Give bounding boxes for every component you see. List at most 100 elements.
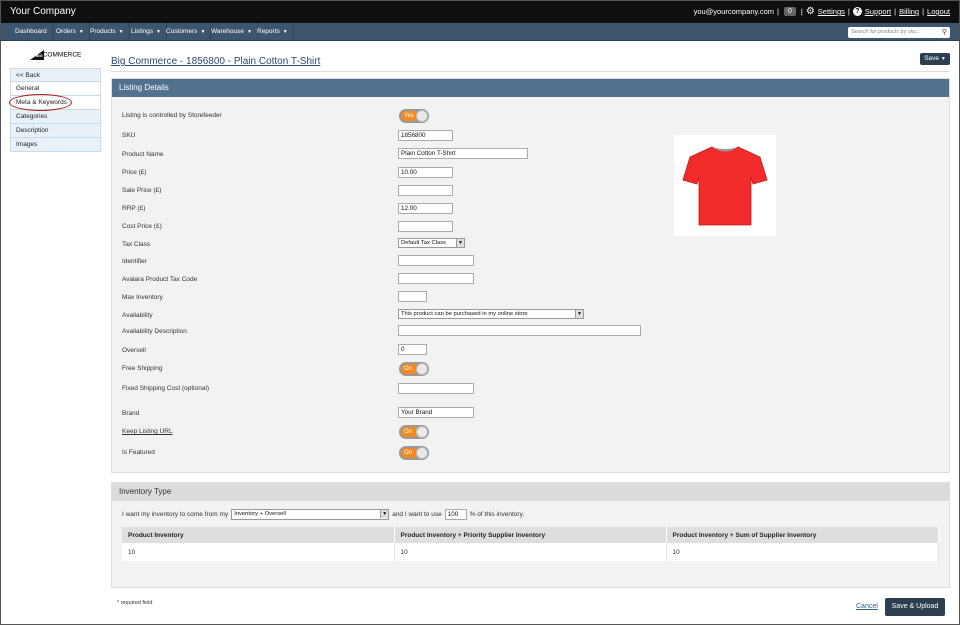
nav-label: Dashboard bbox=[15, 28, 47, 35]
caret-down-icon: ▼ bbox=[78, 29, 84, 35]
brand-input[interactable]: Your Brand bbox=[398, 407, 474, 418]
field-label: Fixed Shipping Cost (optional) bbox=[122, 385, 210, 392]
sale-price-input[interactable] bbox=[398, 185, 453, 196]
nav-warehouse[interactable]: Warehouse ▼ bbox=[206, 23, 258, 41]
inventory-source-select[interactable]: Inventory + Oversell ▼ bbox=[231, 509, 390, 520]
inventory-text: % of this inventory. bbox=[469, 511, 525, 518]
title-divider bbox=[111, 71, 950, 72]
field-label: Oversell bbox=[122, 347, 146, 354]
gear-icon[interactable]: ⚙ bbox=[806, 7, 815, 17]
keep-listing-url-toggle[interactable]: On bbox=[399, 425, 429, 439]
select-value: Default Tax Class bbox=[401, 240, 446, 246]
column-header: Product Inventory + Priority Supplier In… bbox=[394, 527, 667, 543]
save-upload-button[interactable]: Save & Upload bbox=[885, 598, 945, 616]
availability-select[interactable]: This product can be purchased in my onli… bbox=[398, 309, 584, 319]
controlled-toggle[interactable]: Yes bbox=[399, 109, 429, 123]
nav-customers[interactable]: Customers ▼ bbox=[161, 23, 212, 41]
fixed-shipping-input[interactable] bbox=[398, 383, 474, 394]
rrp-input[interactable]: 12.00 bbox=[398, 203, 453, 214]
table-header-row: Product Inventory Product Inventory + Pr… bbox=[122, 527, 939, 543]
help-icon[interactable]: ? bbox=[852, 7, 862, 16]
sidebar-item-description[interactable]: Description bbox=[10, 124, 101, 138]
product-name-input[interactable]: Plain Cotton T-Shirt bbox=[398, 148, 528, 159]
is-featured-toggle[interactable]: On bbox=[399, 446, 429, 460]
sidebar-item-categories[interactable]: Categories bbox=[10, 110, 101, 124]
nav-dashboard[interactable]: Dashboard bbox=[10, 23, 53, 41]
identifier-input[interactable] bbox=[398, 255, 474, 266]
bigcommerce-logo: BIGCOMMERCE bbox=[10, 50, 101, 68]
table-cell: 10 bbox=[666, 543, 939, 561]
field-label: Identifier bbox=[122, 258, 147, 265]
panel-heading: Inventory Type bbox=[112, 483, 949, 501]
tshirt-drawing bbox=[682, 146, 768, 226]
inventory-text: and I want to use bbox=[392, 511, 442, 518]
search-placeholder: Search for products by sku... bbox=[851, 29, 922, 35]
listing-details-panel: Listing Details Listing is controlled by… bbox=[111, 78, 950, 473]
nav-label: Orders bbox=[56, 28, 76, 35]
logo-small: BIG bbox=[35, 52, 43, 58]
field-label: Price (£) bbox=[122, 169, 147, 176]
field-label: Max Inventory bbox=[122, 294, 163, 301]
field-label: SKU bbox=[122, 132, 136, 139]
oversell-input[interactable]: 0 bbox=[398, 344, 427, 355]
user-email: you@yourcompany.com bbox=[693, 7, 774, 16]
nav-orders[interactable]: Orders ▼ bbox=[51, 23, 90, 41]
inventory-percent-input[interactable]: 100 bbox=[444, 509, 467, 520]
search-icon[interactable]: ⚲ bbox=[942, 28, 947, 36]
max-inventory-input[interactable] bbox=[398, 291, 427, 302]
table-row: 10 10 10 bbox=[122, 543, 939, 561]
sidebar-item-images[interactable]: Images bbox=[10, 138, 101, 152]
product-search-input[interactable]: Search for products by sku... ⚲ bbox=[848, 27, 950, 38]
page-title[interactable]: Big Commerce - 1856800 - Plain Cotton T-… bbox=[111, 56, 320, 67]
settings-link[interactable]: Settings bbox=[818, 7, 845, 16]
field-label: RRP (£) bbox=[122, 205, 146, 212]
support-link[interactable]: Support bbox=[865, 7, 891, 16]
field-label: Avalara Product Tax Code bbox=[122, 276, 198, 283]
cost-price-input[interactable] bbox=[398, 221, 453, 232]
price-input[interactable]: 10.00 bbox=[398, 167, 453, 178]
separator: | bbox=[777, 7, 779, 16]
sidebar-item-label: General bbox=[16, 85, 40, 92]
caret-down-icon: ▼ bbox=[200, 29, 206, 35]
field-label: Is Featured bbox=[122, 449, 155, 456]
toggle-knob bbox=[416, 447, 428, 459]
billing-link[interactable]: Billing bbox=[899, 7, 919, 16]
highlight-circle bbox=[9, 94, 72, 111]
toggle-knob bbox=[416, 110, 428, 122]
field-label: Listing is controlled by Storefeeder bbox=[122, 112, 222, 119]
column-header: Product Inventory bbox=[122, 527, 395, 543]
sidebar-item-back[interactable]: << Back bbox=[10, 68, 101, 82]
table-cell: 10 bbox=[394, 543, 667, 561]
separator: | bbox=[847, 7, 850, 16]
free-shipping-toggle[interactable]: On bbox=[399, 362, 429, 376]
caret-down-icon: ▼ bbox=[118, 29, 124, 35]
field-label: Availability Description bbox=[122, 328, 187, 335]
company-name: Your Company bbox=[10, 6, 76, 17]
availability-description-input[interactable] bbox=[398, 325, 641, 336]
caret-down-icon: ▼ bbox=[575, 310, 583, 318]
tax-class-select[interactable]: Default Tax Class ▼ bbox=[398, 238, 465, 248]
column-header: Product Inventory + Sum of Supplier Inve… bbox=[666, 527, 939, 543]
avalara-input[interactable] bbox=[398, 273, 474, 284]
sidebar-item-meta-keywords[interactable]: Meta & Keywords bbox=[9, 94, 101, 111]
caret-down-icon: ▼ bbox=[456, 239, 464, 247]
cancel-link[interactable]: Cancel bbox=[856, 603, 878, 610]
nav-label: Products bbox=[90, 28, 116, 35]
nav-reports[interactable]: Reports ▼ bbox=[252, 23, 294, 41]
notification-count[interactable]: 0 bbox=[783, 7, 796, 16]
inventory-sentence: I want my inventory to come from my Inve… bbox=[122, 509, 524, 520]
main-nav: Dashboard Orders ▼ Products ▼ Listings ▼ Cu… bbox=[1, 23, 959, 41]
sidebar-item-general[interactable]: General bbox=[10, 82, 101, 96]
toggle-knob bbox=[416, 426, 428, 438]
nav-products[interactable]: Products ▼ bbox=[85, 23, 130, 41]
toggle-knob bbox=[416, 363, 428, 375]
save-dropdown-button[interactable]: Save ▼ bbox=[920, 53, 950, 65]
field-label: Cost Price (£) bbox=[122, 223, 162, 230]
sku-input[interactable]: 1856800 bbox=[398, 130, 453, 141]
select-value: Inventory + Oversell bbox=[234, 511, 286, 517]
caret-down-icon: ▼ bbox=[282, 29, 288, 35]
logout-link[interactable]: Logout bbox=[927, 7, 950, 16]
select-value: This product can be purchased in my onli… bbox=[401, 311, 528, 317]
field-label: Brand bbox=[122, 410, 140, 417]
sidebar-item-label: Description bbox=[16, 127, 49, 134]
